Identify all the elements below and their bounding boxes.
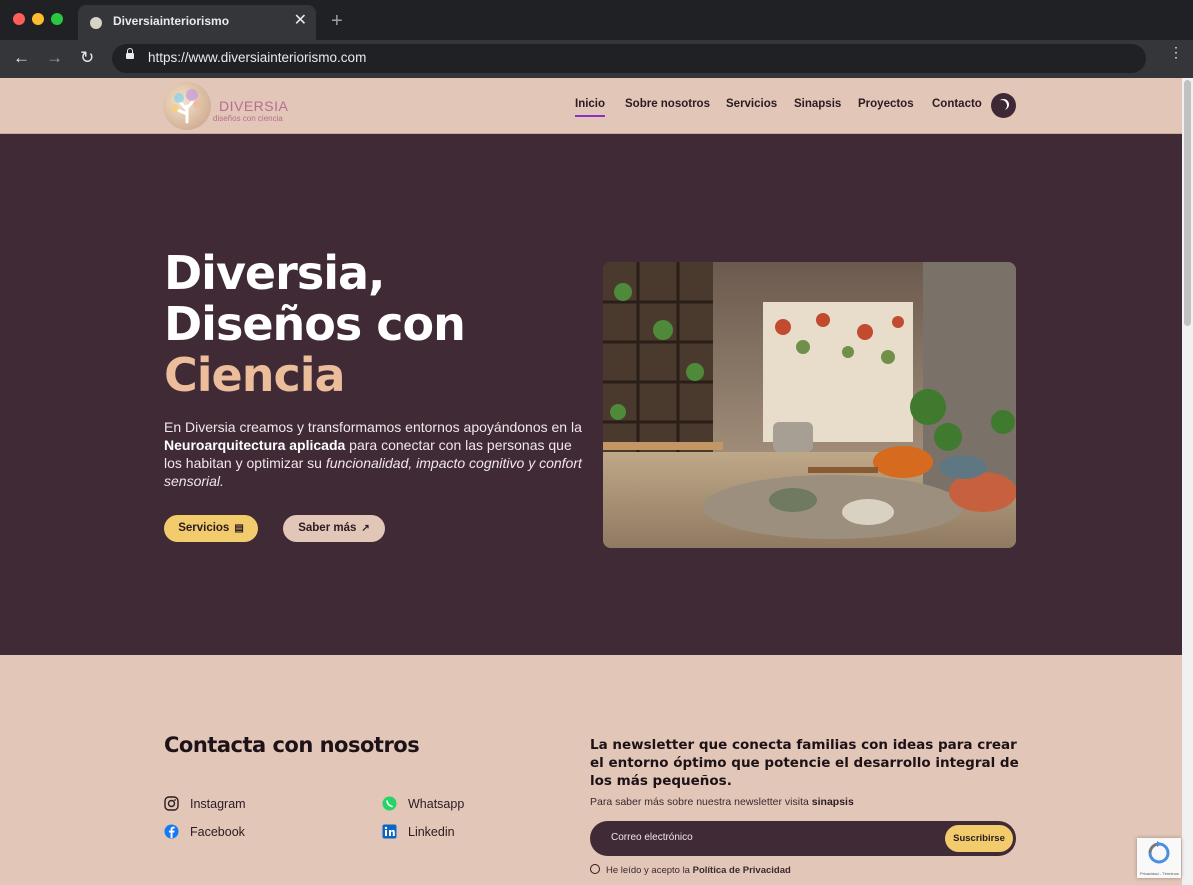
recaptcha-badge[interactable]: Privacidad - Términos	[1137, 838, 1181, 878]
hero-text-part: En Diversia creamos y transformamos ento…	[164, 419, 582, 435]
hero-text-period: .	[220, 473, 224, 489]
reload-button[interactable]: ↻	[80, 48, 94, 68]
facebook-link[interactable]: Facebook	[190, 825, 245, 839]
sinapsis-link[interactable]: sinapsis	[812, 796, 854, 808]
linkedin-link[interactable]: Linkedin	[408, 825, 455, 839]
new-tab-button[interactable]: +	[331, 10, 343, 32]
whatsapp-link[interactable]: Whatsapp	[408, 797, 464, 811]
subscribe-button[interactable]: Suscribirse	[945, 825, 1013, 852]
hero-section: Diversia, Diseños con Ciencia En Diversi…	[0, 134, 1182, 655]
close-window-button[interactable]	[13, 13, 25, 25]
nav-sinapsis[interactable]: Sinapsis	[794, 98, 841, 110]
privacy-checkbox[interactable]	[590, 864, 600, 874]
theme-toggle-button[interactable]	[991, 93, 1016, 118]
linkedin-icon[interactable]	[382, 824, 397, 839]
recaptcha-icon	[1148, 841, 1170, 864]
contact-title: Contacta con nosotros	[164, 733, 420, 757]
nav-sobre-nosotros[interactable]: Sobre nosotros	[625, 98, 710, 110]
recaptcha-footer[interactable]: Privacidad - Términos	[1140, 871, 1179, 876]
page-scrollbar[interactable]	[1182, 78, 1193, 885]
whatsapp-icon[interactable]	[382, 796, 397, 811]
browser-menu-button[interactable]: ⋮	[1169, 45, 1183, 59]
scrollbar-thumb[interactable]	[1184, 80, 1191, 326]
hero-title-line-2: Diseños con	[164, 297, 466, 351]
logo-wordmark: DIVERSIA	[219, 98, 289, 114]
hero-interior-image	[603, 262, 1016, 548]
logo[interactable]: DIVERSIA diseños con ciencia	[163, 82, 303, 130]
browser-titlebar: Diversiainteriorismo ✕ +	[0, 0, 1193, 40]
newsletter-form: Correo electrónico Suscribirse	[590, 821, 1016, 856]
hero-title: Diversia, Diseños con Ciencia	[164, 246, 466, 402]
site-header: DIVERSIA diseños con ciencia Inicio Sobr…	[0, 78, 1182, 134]
back-button[interactable]: ←	[13, 48, 30, 68]
hero-title-accent: Ciencia	[164, 348, 346, 402]
privacy-text: He leído y acepto la	[606, 865, 693, 876]
newsletter-subtitle-text: Para saber más sobre nuestra newsletter …	[590, 796, 812, 808]
logo-tagline: diseños con ciencia	[213, 114, 283, 123]
url-text[interactable]: https://www.diversiainteriorismo.com	[148, 50, 366, 65]
services-button[interactable]: Servicios ▤	[164, 515, 258, 542]
moon-icon	[998, 99, 1009, 110]
nav-inicio[interactable]: Inicio	[575, 98, 606, 117]
favicon-icon	[90, 17, 102, 29]
newsletter-subtitle: Para saber más sobre nuestra newsletter …	[590, 796, 854, 808]
lock-icon	[126, 48, 134, 59]
logo-tree-icon	[163, 82, 211, 130]
hero-text-bold: Neuroarquitectura aplicada	[164, 437, 346, 453]
privacy-policy-link[interactable]: Política de Privacidad	[693, 865, 791, 876]
browser-toolbar: ← → ↻ https://www.diversiainteriorismo.c…	[0, 40, 1193, 78]
privacy-consent: He leído y acepto la Política de Privaci…	[590, 864, 791, 876]
learn-more-button[interactable]: Saber más ↗	[283, 515, 385, 542]
maximize-window-button[interactable]	[51, 13, 63, 25]
forward-button[interactable]: →	[46, 48, 63, 68]
nav-proyectos[interactable]: Proyectos	[858, 98, 914, 110]
nav-servicios[interactable]: Servicios	[726, 98, 777, 110]
hero-title-line-1: Diversia,	[164, 246, 385, 300]
facebook-icon[interactable]	[164, 824, 179, 839]
arrow-up-right-icon: ↗	[361, 523, 370, 534]
tab-close-icon[interactable]: ✕	[294, 11, 307, 31]
tab-title: Diversiainteriorismo	[113, 14, 230, 28]
learn-more-label: Saber más	[298, 522, 357, 534]
newsletter-title: La newsletter que conecta familias con i…	[590, 737, 1019, 789]
address-bar[interactable]: https://www.diversiainteriorismo.com	[112, 44, 1146, 73]
email-input[interactable]: Correo electrónico	[611, 832, 693, 843]
hero-description: En Diversia creamos y transformamos ento…	[164, 418, 584, 490]
browser-tab[interactable]: Diversiainteriorismo ✕	[78, 5, 316, 40]
nav-contacto[interactable]: Contacto	[932, 98, 982, 110]
minimize-window-button[interactable]	[32, 13, 44, 25]
services-button-label: Servicios	[178, 522, 230, 534]
instagram-icon[interactable]	[164, 796, 179, 811]
instagram-link[interactable]: Instagram	[190, 797, 246, 811]
document-icon: ▤	[234, 523, 244, 534]
